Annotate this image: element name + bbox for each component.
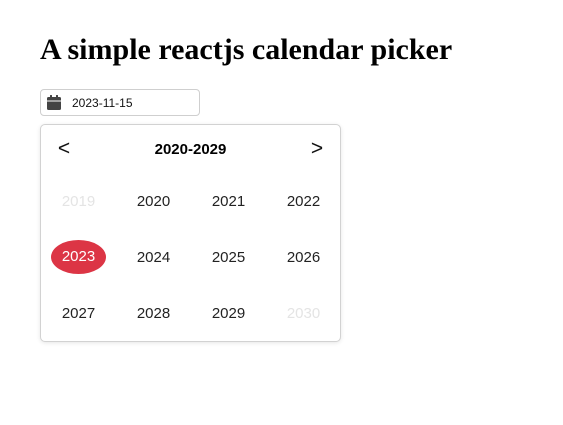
year-cell[interactable]: 2027 [41, 285, 116, 341]
year-cell[interactable]: 2026 [266, 229, 341, 285]
next-decade-button[interactable]: > [306, 136, 328, 162]
year-label: 2027 [61, 304, 96, 322]
year-cell[interactable]: 2020 [116, 173, 191, 229]
year-cell[interactable]: 2028 [116, 285, 191, 341]
year-picker-popup: < 2020-2029 > 2019 2020 2021 2022 2023 2… [40, 124, 341, 342]
date-input[interactable]: 2023-11-15 [40, 89, 200, 116]
year-label: 2030 [286, 304, 321, 322]
year-grid: 2019 2020 2021 2022 2023 2024 2025 2026 … [41, 173, 341, 341]
year-label: 2020 [136, 192, 171, 210]
year-label: 2019 [61, 192, 96, 210]
year-label: 2022 [286, 192, 321, 210]
calendar-icon [47, 95, 61, 110]
year-label: 2028 [136, 304, 171, 322]
year-label: 2023 [51, 240, 106, 274]
year-cell[interactable]: 2029 [191, 285, 266, 341]
page-title: A simple reactjs calendar picker [40, 33, 453, 66]
year-label: 2025 [211, 248, 246, 266]
year-cell-selected[interactable]: 2023 [41, 229, 116, 285]
year-cell[interactable]: 2024 [116, 229, 191, 285]
year-cell[interactable]: 2025 [191, 229, 266, 285]
year-cell-outside-decade[interactable]: 2030 [266, 285, 341, 341]
decade-label: 2020-2029 [154, 141, 227, 158]
year-cell[interactable]: 2022 [266, 173, 341, 229]
year-cell-outside-decade[interactable]: 2019 [41, 173, 116, 229]
year-label: 2024 [136, 248, 171, 266]
year-label: 2029 [211, 304, 246, 322]
year-cell[interactable]: 2021 [191, 173, 266, 229]
year-label: 2026 [286, 248, 321, 266]
date-value: 2023-11-15 [72, 96, 133, 110]
year-label: 2021 [211, 192, 246, 210]
